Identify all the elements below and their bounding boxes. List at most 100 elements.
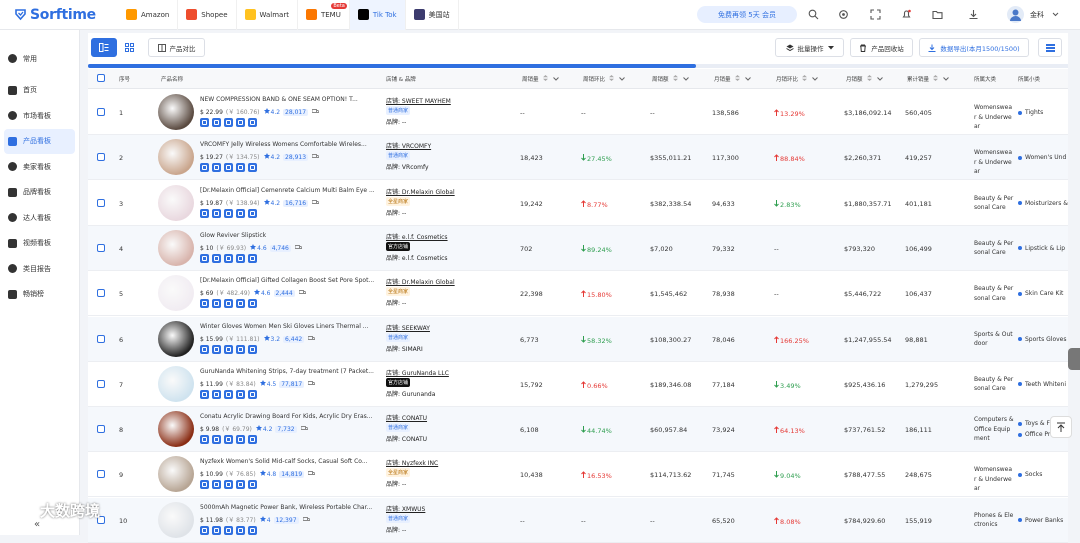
column-settings-button[interactable]: [1038, 38, 1062, 57]
filter-chevron-icon[interactable]: [876, 77, 883, 81]
chart-icon[interactable]: [248, 253, 257, 263]
folder-icon[interactable]: [932, 9, 943, 20]
shop-name[interactable]: 店铺: Dr.Melaxin Global: [386, 277, 455, 286]
copy-icon[interactable]: [212, 253, 221, 263]
column-header[interactable]: 月销量: [714, 75, 751, 83]
table-row[interactable]: 2 VRCOMFY Jelly Wireless Womens Comfortab…: [88, 135, 1068, 181]
favorite-icon[interactable]: [200, 435, 209, 445]
column-header[interactable]: 月销额: [846, 75, 883, 83]
link-icon[interactable]: [236, 525, 245, 535]
product-name[interactable]: [Dr.Melaxin Official] Cemenrete Calcium …: [200, 187, 378, 194]
table-row[interactable]: 9 Nyzfexk Women's Solid Mid-calf Socks, C…: [88, 452, 1068, 498]
chart-icon[interactable]: [248, 480, 257, 490]
column-header[interactable]: 周销额: [652, 75, 689, 83]
collapse-sidebar-button[interactable]: «: [34, 519, 40, 530]
table-row[interactable]: 8 Conatu Acrylic Drawing Board For Kids, …: [88, 407, 1068, 453]
chart-icon[interactable]: [248, 208, 257, 218]
product-thumbnail[interactable]: [158, 365, 194, 402]
tiktok-icon[interactable]: [224, 118, 233, 127]
shop-name[interactable]: 店铺: Dr.Melaxin Global: [386, 187, 455, 196]
shop-name[interactable]: 店铺: XMWUS: [386, 504, 425, 513]
product-name[interactable]: [Dr.Melaxin Official] Gifted Collagen Bo…: [200, 277, 378, 284]
product-name[interactable]: Winter Gloves Women Men Ski Gloves Liner…: [200, 323, 378, 330]
sort-icon[interactable]: [866, 75, 872, 81]
side-panel-toggle[interactable]: [1068, 348, 1080, 370]
tiktok-icon[interactable]: [224, 208, 233, 218]
link-icon[interactable]: [236, 344, 245, 354]
tiktok-icon[interactable]: [224, 299, 233, 309]
product-name[interactable]: GuruNanda Whitening Strips, 7-day treatm…: [200, 368, 378, 375]
filter-chevron-icon[interactable]: [943, 77, 949, 81]
column-header[interactable]: 周销环比: [583, 75, 625, 83]
tiktok-icon[interactable]: [224, 389, 233, 399]
table-row[interactable]: 10 5000mAh Magnetic Power Bank, Wireless …: [88, 497, 1068, 543]
link-icon[interactable]: [236, 163, 245, 173]
sub-category[interactable]: Lipstick & Lip: [1018, 245, 1068, 252]
chart-icon[interactable]: [248, 389, 257, 399]
sort-icon[interactable]: [933, 75, 939, 81]
product-name[interactable]: NEW COMPRESSION BAND & ONE SEAM OPTION! …: [200, 96, 378, 103]
row-checkbox[interactable]: [97, 153, 105, 162]
bell-icon[interactable]: [901, 9, 912, 20]
favorite-icon[interactable]: [200, 389, 209, 399]
chart-icon[interactable]: [248, 163, 257, 173]
shop-name[interactable]: 店铺: e.l.f. Cosmetics: [386, 232, 448, 241]
row-checkbox[interactable]: [97, 334, 105, 343]
favorite-icon[interactable]: [200, 344, 209, 354]
tiktok-icon[interactable]: [224, 344, 233, 354]
sub-category[interactable]: Tights: [1018, 109, 1068, 116]
chart-icon[interactable]: [248, 299, 257, 309]
logo[interactable]: Sorftime: [14, 7, 106, 23]
sidebar-item-5[interactable]: 品牌看板: [4, 180, 75, 206]
tiktok-icon[interactable]: [224, 163, 233, 173]
search-icon[interactable]: [808, 9, 819, 20]
shop-name[interactable]: 店铺: VRCOMFY: [386, 141, 431, 150]
product-compare-button[interactable]: 产品对比: [148, 38, 205, 57]
shop-name[interactable]: 店铺: CONATU: [386, 413, 427, 422]
product-thumbnail[interactable]: [158, 275, 194, 312]
table-row[interactable]: 1 NEW COMPRESSION BAND & ONE SEAM OPTION!…: [88, 90, 1068, 135]
sub-category[interactable]: Teeth Whiteni: [1018, 381, 1068, 388]
sidebar-item-8[interactable]: 类目报告: [4, 256, 75, 282]
platform-tab-5[interactable]: 美国站: [406, 0, 459, 30]
tiktok-icon[interactable]: [224, 435, 233, 445]
product-thumbnail[interactable]: [158, 184, 194, 221]
product-thumbnail[interactable]: [158, 456, 194, 493]
sidebar-item-0[interactable]: 常用: [4, 46, 75, 72]
sidebar-item-9[interactable]: 畅销榜: [4, 282, 75, 308]
column-header[interactable]: 周销量: [522, 75, 559, 83]
favorite-icon[interactable]: [200, 525, 209, 535]
copy-icon[interactable]: [212, 480, 221, 490]
favorite-icon[interactable]: [200, 118, 209, 127]
sidebar-item-2[interactable]: 市场看板: [4, 103, 75, 129]
filter-chevron-icon[interactable]: [682, 77, 689, 81]
settings-icon[interactable]: [838, 9, 849, 20]
platform-tab-2[interactable]: Walmart: [237, 0, 298, 30]
sub-category[interactable]: Power Banks: [1018, 517, 1068, 524]
row-checkbox[interactable]: [97, 470, 105, 479]
sort-icon[interactable]: [542, 75, 548, 81]
platform-tab-3[interactable]: TEMU Beta: [298, 0, 350, 30]
batch-actions-button[interactable]: 批量操作: [775, 38, 844, 57]
favorite-icon[interactable]: [200, 299, 209, 309]
column-header[interactable]: 累计销量: [907, 75, 949, 83]
tiktok-icon[interactable]: [224, 525, 233, 535]
tiktok-icon[interactable]: [224, 480, 233, 490]
table-row[interactable]: 3 [Dr.Melaxin Official] Cemenrete Calcium…: [88, 181, 1068, 226]
table-row[interactable]: 6 Winter Gloves Women Men Ski Gloves Line…: [88, 316, 1068, 362]
shop-name[interactable]: 店铺: SWEET MAYHEM: [386, 96, 451, 105]
chart-icon[interactable]: [248, 118, 257, 127]
copy-icon[interactable]: [212, 435, 221, 445]
shop-name[interactable]: 店铺: GuruNanda LLC: [386, 368, 449, 377]
tiktok-icon[interactable]: [224, 253, 233, 263]
product-name[interactable]: Nyzfexk Women's Solid Mid-calf Socks, Ca…: [200, 458, 378, 465]
avatar[interactable]: [1007, 6, 1024, 23]
product-thumbnail[interactable]: [158, 229, 194, 266]
row-checkbox[interactable]: [97, 289, 105, 298]
favorite-icon[interactable]: [200, 253, 209, 263]
sidebar-item-1[interactable]: 首页: [4, 78, 75, 104]
sub-category[interactable]: Skin Care Kit: [1018, 290, 1068, 297]
sidebar-item-7[interactable]: 视频看板: [4, 231, 75, 257]
row-checkbox[interactable]: [97, 243, 105, 252]
sidebar-item-4[interactable]: 卖家看板: [4, 154, 75, 180]
